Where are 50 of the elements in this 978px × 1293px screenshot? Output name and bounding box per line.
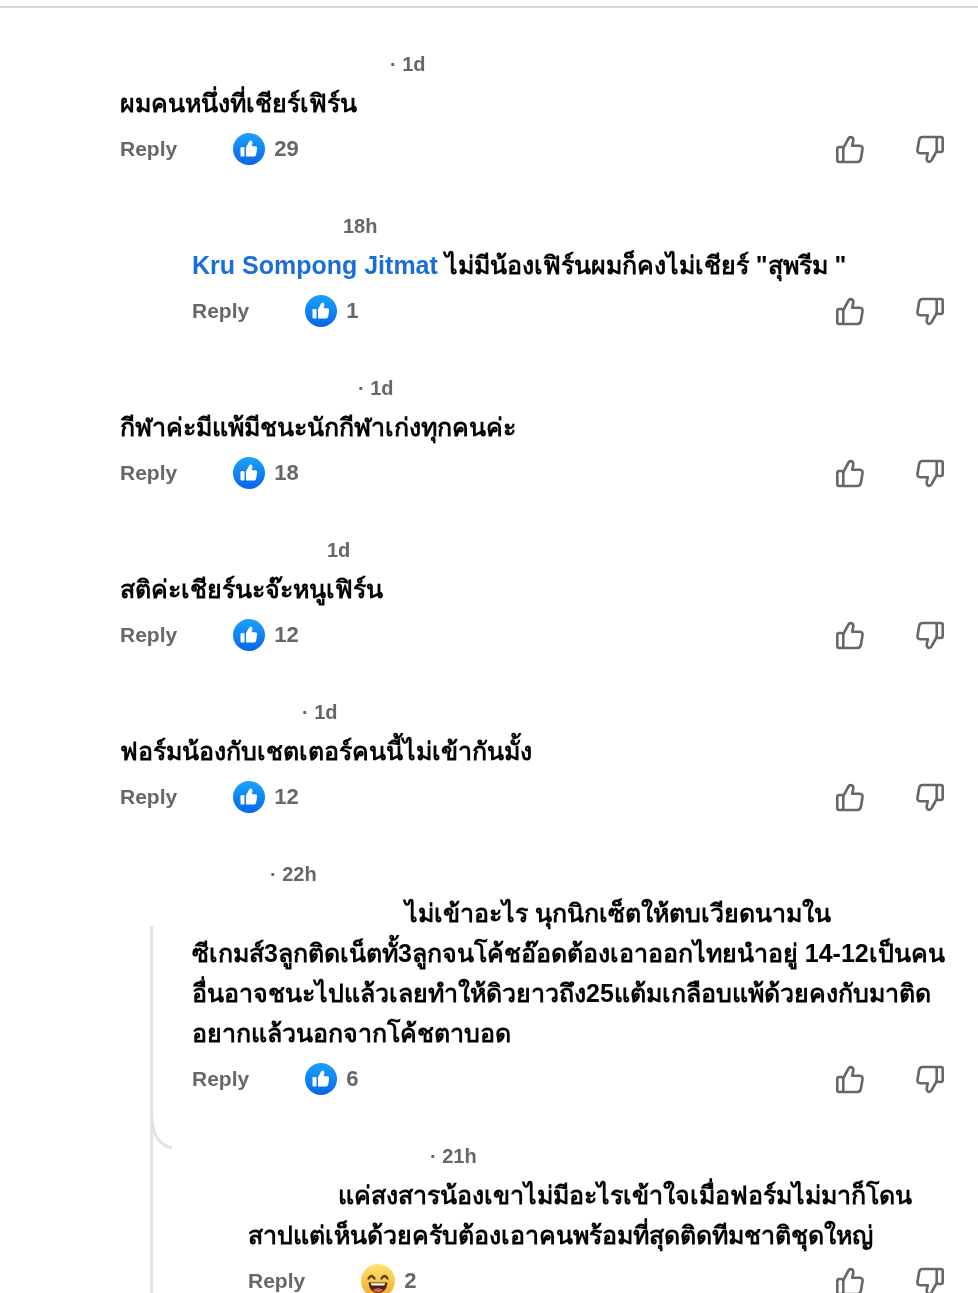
thumbs-down-icon[interactable] [915, 781, 945, 813]
comment-text: ผมคนหนึ่งที่เชียร์เฟิร์น [120, 83, 945, 123]
reaction-count: 2 [404, 1268, 417, 1293]
comment-text: ฟอร์มน้องกับเชตเตอร์คนนี้ไม่เข้ากันมั้ง [120, 731, 945, 771]
thumbs-up-badge-icon [233, 457, 266, 489]
reply-button[interactable]: Reply [192, 1067, 250, 1091]
thumbs-up-icon[interactable] [835, 133, 865, 165]
thumbs-up-badge-icon [305, 1063, 338, 1095]
comment-text: ไม่เข้าอะไร นุกนิกเซ็ตให้ตบเวียดนามในซีเกมส์3ลูกติดเน็ตทั้3ลูกจนโค้ชอ๊อดต้องเอาออกไทยนำอยู่ 14-12เป็นคนอื่นอาจชนะไปแล้วเลยทำให้ดิวยาวถึง25แต้มเกลือบแพ้ด้วยคงกับมาติดอยากแล้วนอกจากโค้ชตาบอด [192, 897, 945, 1049]
thumbs-up-icon[interactable] [835, 619, 865, 651]
comment-time: · 1d [358, 376, 394, 400]
reaction-count: 12 [274, 784, 299, 810]
comment-text: สติค่ะเชียร์นะจ๊ะหนูเฟิร์น [120, 569, 945, 609]
reply-button[interactable]: Reply [120, 623, 178, 647]
reaction-count: 18 [274, 460, 299, 486]
reaction-count: 29 [274, 136, 299, 162]
comment-time: · 22h [270, 862, 317, 886]
thumbs-down-icon[interactable] [915, 295, 945, 327]
thumbs-up-badge-icon [233, 781, 266, 813]
reaction-count: 1 [346, 298, 359, 324]
reply-button[interactable]: Reply [120, 461, 178, 485]
thumbs-down-icon[interactable] [915, 1063, 945, 1095]
reply-button[interactable]: Reply [120, 137, 178, 161]
reply-button[interactable]: Reply [120, 785, 178, 809]
thumbs-down-icon[interactable] [915, 1265, 945, 1293]
thumbs-up-badge-icon [305, 295, 338, 327]
thumbs-up-icon[interactable] [835, 1265, 865, 1293]
comment-time: · 21h [430, 1144, 477, 1168]
laughing-emoji-icon [361, 1264, 396, 1293]
reaction-count: 12 [274, 622, 299, 648]
mention-link[interactable]: Kru Sompong Jitmat [192, 251, 438, 279]
comment-text: กีฬาค่ะมีแพ้มีชนะนักกีฬาเก่งทุกคนค่ะ [120, 407, 945, 447]
comment-time: · 1d [390, 52, 426, 76]
thumbs-up-icon[interactable] [835, 781, 865, 813]
thumbs-up-icon[interactable] [835, 1063, 865, 1095]
reply-button[interactable]: Reply [248, 1269, 306, 1293]
thumbs-down-icon[interactable] [915, 133, 945, 165]
thumbs-up-badge-icon [233, 619, 266, 651]
comment-text: Kru Sompong Jitmat ไม่มีน้องเฟิร์นผมก็คงไม่เชียร์ "สุพรีม " [192, 245, 945, 285]
thumbs-up-icon[interactable] [835, 457, 865, 489]
thumbs-down-icon[interactable] [915, 457, 945, 489]
comment-time: · 1d [302, 700, 338, 724]
comment-time: 18h [343, 214, 378, 238]
comment-time: 1d [327, 538, 351, 562]
thumbs-up-icon[interactable] [835, 295, 865, 327]
thumbs-down-icon[interactable] [915, 619, 945, 651]
reaction-count: 6 [346, 1066, 359, 1092]
comment-text: แค่สงสารน้องเขาไม่มีอะไรเข้าใจเมื่อฟอร์มไม่มาก็โดนสาปแต่เห็นด้วยครับต้องเอาคนพร้อมที่สุดติดทีมชาติชุดใหญ่ [248, 1175, 945, 1255]
thumbs-up-badge-icon [233, 133, 266, 165]
reply-button[interactable]: Reply [192, 299, 250, 323]
